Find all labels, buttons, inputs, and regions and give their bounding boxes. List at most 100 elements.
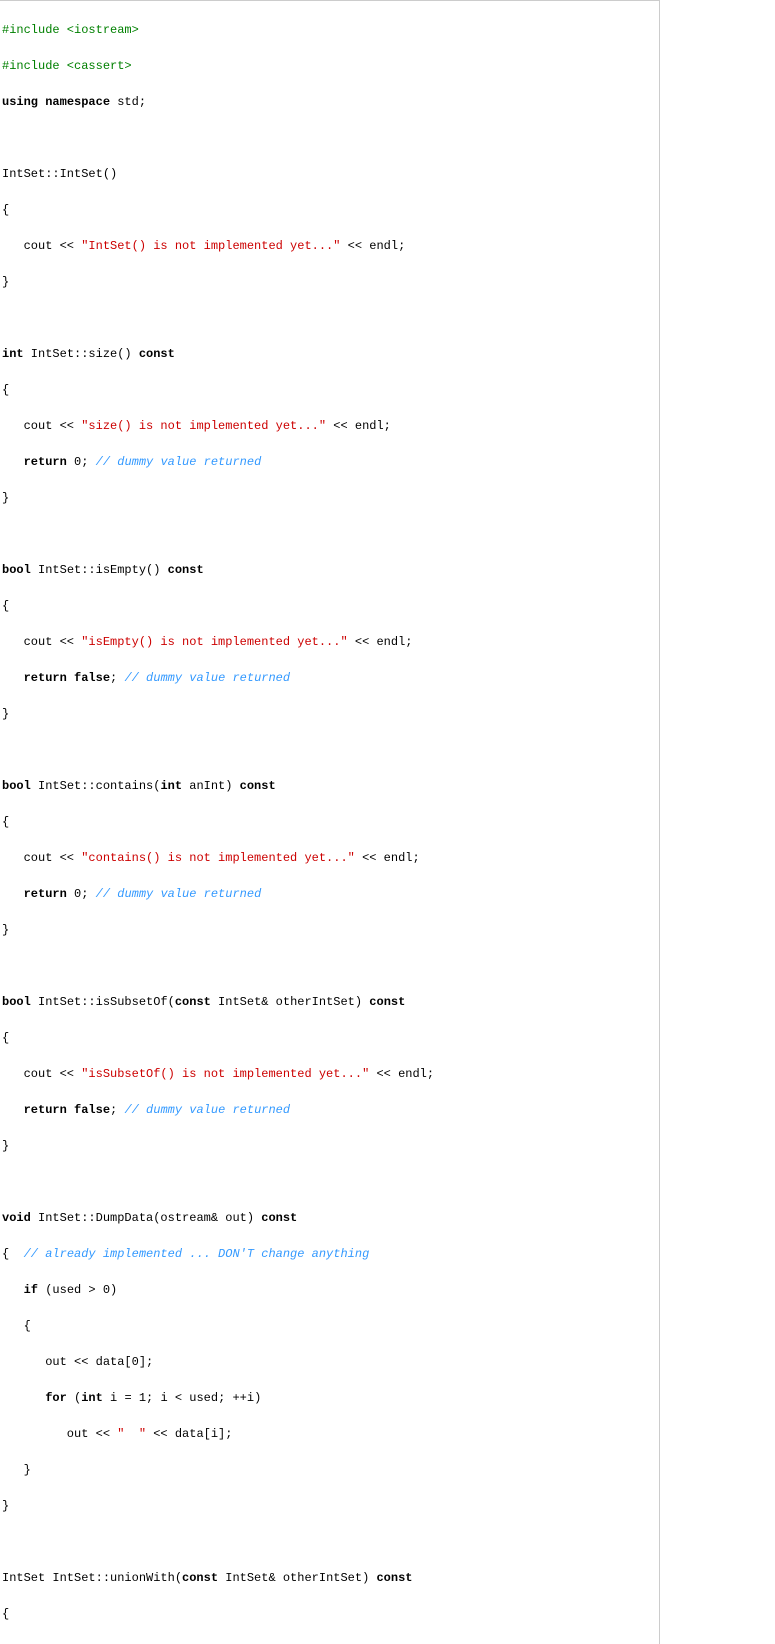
stmt-tail: << data[i];: [146, 1427, 232, 1441]
code-line: bool IntSet::isSubsetOf(const IntSet& ot…: [2, 993, 659, 1011]
for-head: i = 1; i < used; ++i): [103, 1391, 261, 1405]
code-line: IntSet IntSet::unionWith(const IntSet& o…: [2, 1569, 659, 1587]
indent: [2, 1283, 24, 1297]
code-line: }: [2, 273, 659, 291]
code-line: for (int i = 1; i < used; ++i): [2, 1389, 659, 1407]
code-line: bool IntSet::isEmpty() const: [2, 561, 659, 579]
ret-val: 0;: [67, 887, 96, 901]
code-line: return false; // dummy value returned: [2, 1101, 659, 1119]
code-line: {: [2, 1317, 659, 1335]
string-literal: "contains() is not implemented yet...": [81, 851, 355, 865]
comment: // dummy value returned: [96, 887, 262, 901]
kw-return: return: [24, 1103, 67, 1117]
code-line: {: [2, 1605, 659, 1623]
brace-open: {: [2, 203, 9, 217]
brace-close: }: [2, 923, 9, 937]
brace-close: }: [2, 1139, 9, 1153]
code-line: int IntSet::size() const: [2, 345, 659, 363]
indent: [2, 455, 24, 469]
semicolon: ;: [110, 1103, 124, 1117]
code-line: if (used > 0): [2, 1281, 659, 1299]
kw-if: if: [24, 1283, 38, 1297]
kw-int: int: [2, 347, 24, 361]
indent: [2, 1319, 24, 1333]
brace-open: {: [2, 1607, 9, 1621]
code-line: cout << "size() is not implemented yet..…: [2, 417, 659, 435]
func-sig: IntSet::contains(: [31, 779, 161, 793]
comment: // dummy value returned: [96, 455, 262, 469]
func-sig: IntSet::DumpData(ostream& out): [31, 1211, 261, 1225]
code-line: {: [2, 813, 659, 831]
brace-open: {: [2, 1031, 9, 1045]
code-line: void IntSet::DumpData(ostream& out) cons…: [2, 1209, 659, 1227]
kw-int: int: [160, 779, 182, 793]
brace-open: {: [2, 1247, 24, 1261]
preproc-hash: #include: [2, 59, 60, 73]
cout-prefix: cout <<: [2, 1067, 81, 1081]
kw-const: const: [139, 347, 175, 361]
code-line: }: [2, 489, 659, 507]
kw-void: void: [2, 1211, 31, 1225]
code-line: [2, 957, 659, 975]
plain-text: std;: [110, 95, 146, 109]
code-line: return 0; // dummy value returned: [2, 885, 659, 903]
func-sig: IntSet::isEmpty(): [31, 563, 168, 577]
code-line: [2, 741, 659, 759]
code-line: return false; // dummy value returned: [2, 669, 659, 687]
code-line: {: [2, 201, 659, 219]
kw-using: using: [2, 95, 38, 109]
brace-open: {: [2, 383, 9, 397]
kw-namespace: namespace: [45, 95, 110, 109]
brace-close: }: [2, 275, 9, 289]
string-literal: " ": [117, 1427, 146, 1441]
endl-tail: << endl;: [326, 419, 391, 433]
endl-tail: << endl;: [369, 1067, 434, 1081]
space: [67, 671, 74, 685]
code-line: using namespace std;: [2, 93, 659, 111]
code-line: IntSet::IntSet(): [2, 165, 659, 183]
comment: // dummy value returned: [124, 671, 290, 685]
code-line: #include <iostream>: [2, 21, 659, 39]
string-literal: "isEmpty() is not implemented yet...": [81, 635, 347, 649]
func-sig: anInt): [182, 779, 240, 793]
cout-prefix: cout <<: [2, 635, 81, 649]
indent: [2, 1391, 45, 1405]
kw-const: const: [261, 1211, 297, 1225]
func-sig: IntSet::isSubsetOf(: [31, 995, 175, 1009]
string-literal: "unionWith() is not implemented yet...": [81, 1643, 362, 1644]
kw-return: return: [24, 887, 67, 901]
code-line: return 0; // dummy value returned: [2, 453, 659, 471]
code-line: cout << "contains() is not implemented y…: [2, 849, 659, 867]
code-line: cout << "isSubsetOf() is not implemented…: [2, 1065, 659, 1083]
func-sig: IntSet IntSet::unionWith(: [2, 1571, 182, 1585]
cout-prefix: cout <<: [2, 239, 81, 253]
brace-close: }: [2, 1499, 9, 1513]
code-line: {: [2, 381, 659, 399]
code-line: out << " " << data[i];: [2, 1425, 659, 1443]
code-line: }: [2, 1137, 659, 1155]
kw-for: for: [45, 1391, 67, 1405]
kw-bool: bool: [2, 995, 31, 1009]
brace-close: }: [2, 491, 9, 505]
code-line: }: [2, 1461, 659, 1479]
code-line: cout << "isEmpty() is not implemented ye…: [2, 633, 659, 651]
code-line: [2, 1173, 659, 1191]
kw-const: const: [168, 563, 204, 577]
endl-tail: << endl;: [340, 239, 405, 253]
code-line: [2, 525, 659, 543]
indent: [2, 671, 24, 685]
comment: // dummy value returned: [124, 1103, 290, 1117]
kw-const: const: [175, 995, 211, 1009]
code-line: cout << "unionWith() is not implemented …: [2, 1641, 659, 1644]
kw-const: const: [376, 1571, 412, 1585]
code-line: }: [2, 705, 659, 723]
string-literal: "IntSet() is not implemented yet...": [81, 239, 340, 253]
brace-open: {: [2, 815, 9, 829]
semicolon: ;: [110, 671, 124, 685]
code-line: {: [2, 597, 659, 615]
kw-bool: bool: [2, 563, 31, 577]
endl-tail: << endl;: [355, 851, 420, 865]
kw-return: return: [24, 455, 67, 469]
for-head: (: [67, 1391, 81, 1405]
include-header: <iostream>: [60, 23, 139, 37]
